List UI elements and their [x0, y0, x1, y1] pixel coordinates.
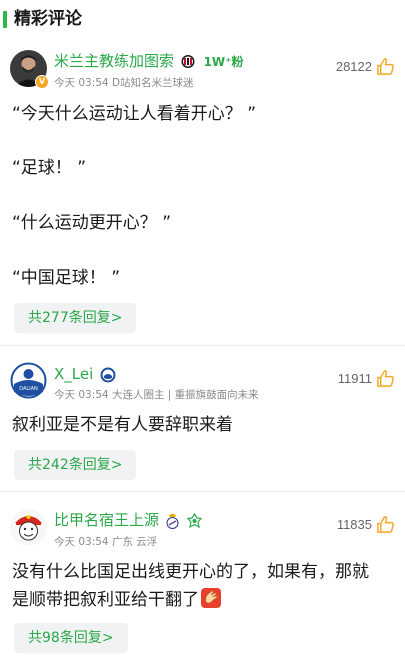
- comment-username[interactable]: 比甲名宿王上源: [54, 510, 202, 530]
- username-text[interactable]: X_Lei: [54, 365, 93, 383]
- clapping-hands-emoji: [201, 588, 221, 608]
- username-text[interactable]: 比甲名宿王上源: [54, 511, 159, 529]
- comment-time: 今天 03:54: [54, 536, 109, 548]
- view-replies-button[interactable]: 共277条回复>: [14, 303, 137, 333]
- comment-item: 比甲名宿王上源 今天 03:54 广东 云浮 11835 没有什么比国足出线更开…: [0, 492, 405, 658]
- comment-line: 没有什么比国足出线更开心的了，如果有，那就: [12, 562, 369, 582]
- comment-user-info: 大连人圈主 | 重振旗鼓面向未来: [111, 389, 259, 401]
- comment-user-info: D站知名米兰球迷: [111, 77, 194, 89]
- svg-text:DALIAN: DALIAN: [19, 386, 38, 392]
- comment-meta: 今天 03:54 D站知名米兰球迷: [54, 76, 194, 90]
- comment-username[interactable]: X_Lei: [54, 364, 116, 384]
- fans-badge: 1W⁺粉: [203, 55, 244, 69]
- comment-line: 叙利亚是不是有人要辞职来着: [12, 415, 233, 435]
- like-button[interactable]: 11911: [338, 368, 395, 388]
- like-count: 11911: [337, 370, 372, 386]
- like-button[interactable]: 11835: [337, 514, 395, 534]
- dalian-club-icon: [100, 367, 116, 382]
- comment-time: 今天 03:54: [54, 389, 109, 401]
- avatar[interactable]: [10, 509, 47, 546]
- comment-line: “什么运动更开心？ ”: [12, 213, 172, 233]
- username-text[interactable]: 米兰主教练加图索: [54, 52, 174, 70]
- ac-milan-badge-icon: [181, 55, 195, 68]
- comment-username[interactable]: 米兰主教练加图索 1W⁺粉: [54, 51, 244, 72]
- comment-line: “中国足球！ ”: [12, 268, 121, 288]
- like-count: 11835: [336, 516, 372, 532]
- thumbs-up-icon: [377, 515, 394, 533]
- section-accent-bar: [3, 11, 7, 28]
- comment-item: DALIAN X_Lei 今天 03:54 大连人圈主 | 重振旗鼓面向未来 1…: [0, 346, 405, 492]
- view-replies-button[interactable]: 共242条回复>: [14, 450, 137, 480]
- like-count: 28122: [335, 58, 372, 74]
- thumbs-up-icon: [377, 369, 394, 387]
- thumbs-up-icon: [377, 57, 394, 75]
- comment-item: V 米兰主教练加图索 1W⁺粉 今天 03:54 D站知名米兰球迷 28122 …: [0, 38, 405, 346]
- section-header: 精彩评论: [0, 0, 405, 38]
- comment-meta: 今天 03:54 大连人圈主 | 重振旗鼓面向未来: [54, 388, 259, 402]
- comment-time: 今天 03:54: [54, 77, 109, 89]
- view-replies-button[interactable]: 共98条回复>: [14, 623, 128, 653]
- green-club-icon: [186, 513, 202, 528]
- comment-line: “足球！ ”: [12, 158, 87, 178]
- like-button[interactable]: 28122: [336, 56, 395, 76]
- section-title: 精彩评论: [14, 9, 82, 29]
- comment-line: “今天什么运动让人看着开心？ ”: [12, 104, 257, 124]
- comment-user-info: 广东 云浮: [111, 536, 158, 548]
- real-madrid-badge-icon: [166, 513, 179, 529]
- comment-line: 是顺带把叙利亚给干翻了: [12, 587, 397, 612]
- avatar[interactable]: DALIAN: [10, 362, 47, 399]
- verified-icon: V: [35, 75, 49, 89]
- comment-meta: 今天 03:54 广东 云浮: [54, 535, 157, 549]
- comment-line-text: 是顺带把叙利亚给干翻了: [12, 590, 199, 610]
